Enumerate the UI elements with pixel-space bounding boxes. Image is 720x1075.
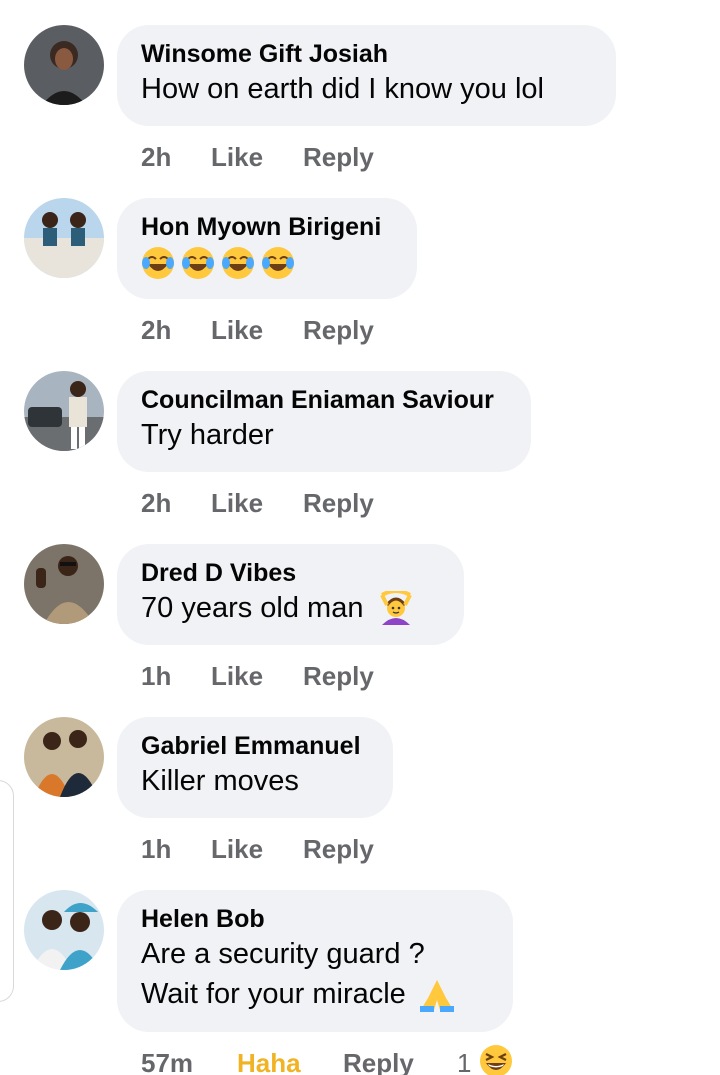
comment-text: 70 years old man (141, 592, 364, 624)
comment-bubble: Gabriel Emmanuel Killer moves (117, 717, 393, 818)
comment-text: How on earth did I know you lol (141, 73, 544, 105)
avatar[interactable] (24, 371, 104, 451)
comment-time[interactable]: 1h (141, 661, 171, 692)
like-button[interactable]: Like (211, 488, 263, 519)
comment-bubble: Dred D Vibes 70 years old man (117, 544, 464, 645)
comment-text-row: Wait for your miracle (141, 974, 489, 1014)
comment-author[interactable]: Dred D Vibes (141, 558, 440, 588)
comment-text: Killer moves (141, 765, 299, 797)
folded-hands-icon (419, 980, 454, 1013)
avatar[interactable] (24, 198, 104, 278)
comment-time[interactable]: 57m (141, 1048, 193, 1075)
reply-button[interactable]: Reply (303, 661, 374, 692)
comment-text-line2: Wait for your miracle (141, 978, 406, 1010)
reply-button[interactable]: Reply (343, 1048, 414, 1075)
comment-author[interactable]: Councilman Eniaman Saviour (141, 385, 507, 415)
comment-time[interactable]: 1h (141, 834, 171, 865)
grinning-squinting-face-icon[interactable] (479, 1044, 513, 1075)
comment-author[interactable]: Gabriel Emmanuel (141, 731, 369, 761)
comment-text-line1: Are a security guard ? (141, 938, 425, 970)
reply-button[interactable]: Reply (303, 488, 374, 519)
comment-text-row: 70 years old man (141, 588, 440, 628)
avatar[interactable] (24, 717, 104, 797)
comment-bubble: Winsome Gift Josiah How on earth did I k… (117, 25, 616, 126)
like-button[interactable]: Like (211, 142, 263, 173)
comment-feed: Winsome Gift Josiah How on earth did I k… (0, 0, 720, 1075)
scroll-edge-indicator (0, 780, 14, 1002)
comment-text: Try harder (141, 419, 274, 451)
like-button[interactable]: Like (211, 661, 263, 692)
avatar[interactable] (24, 544, 104, 624)
comment-time[interactable]: 2h (141, 142, 171, 173)
comment-time[interactable]: 2h (141, 488, 171, 519)
like-button[interactable]: Like (211, 315, 263, 346)
face-with-tears-of-joy-icon (142, 247, 294, 280)
comment-time[interactable]: 2h (141, 315, 171, 346)
comment-author[interactable]: Helen Bob (141, 904, 489, 934)
comment-bubble: Councilman Eniaman Saviour Try harder (117, 371, 531, 472)
comment-author[interactable]: Hon Myown Birigeni (141, 212, 393, 242)
reply-button[interactable]: Reply (303, 834, 374, 865)
comment-author[interactable]: Winsome Gift Josiah (141, 39, 592, 69)
avatar[interactable] (24, 890, 104, 970)
person-gesturing-ok-icon (379, 591, 412, 626)
reply-button[interactable]: Reply (303, 315, 374, 346)
comment-bubble: Helen Bob Are a security guard ? Wait fo… (117, 890, 513, 1032)
reaction-count[interactable]: 1 (457, 1048, 471, 1075)
reply-button[interactable]: Reply (303, 142, 374, 173)
haha-reaction-button[interactable]: Haha (237, 1048, 301, 1075)
avatar[interactable] (24, 25, 104, 105)
like-button[interactable]: Like (211, 834, 263, 865)
comment-bubble: Hon Myown Birigeni (117, 198, 417, 299)
emoji-row (141, 242, 393, 282)
